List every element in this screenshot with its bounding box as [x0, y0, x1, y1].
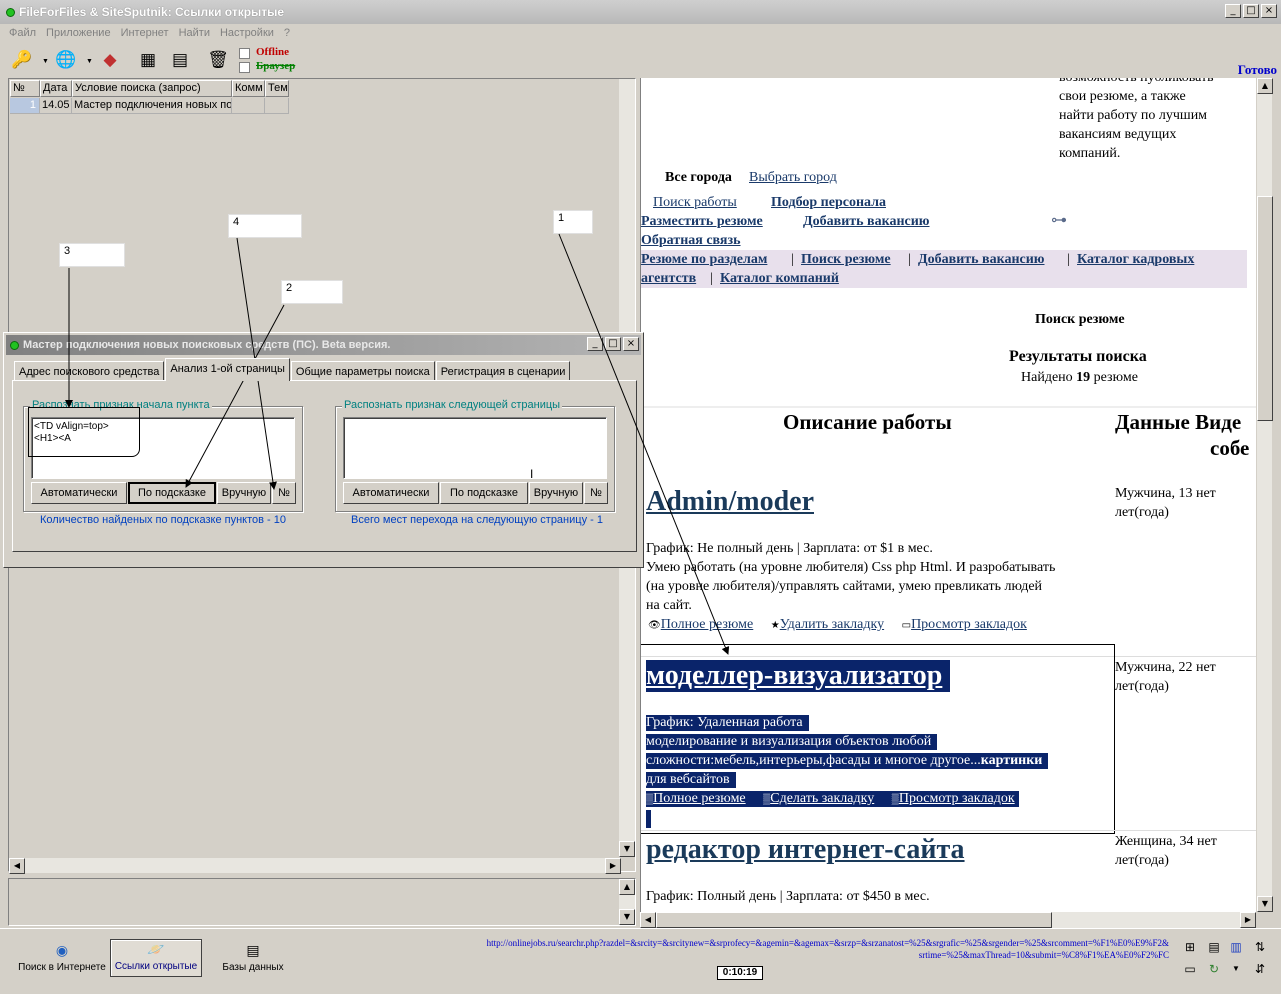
bottom-bar: ◉ Поиск в Интернете 🪐 Ссылки открытые ▤ …	[0, 928, 1281, 994]
nav-databases[interactable]: ▤ Базы данных	[210, 939, 296, 977]
url-line: srtime=%25&maxThread=10&submit=%C8%F1%EA…	[918, 950, 1169, 960]
nav-internet-search[interactable]: ◉ Поиск в Интернете	[16, 939, 108, 977]
nav-label: Базы данных	[222, 962, 284, 973]
planet-icon: 🪐	[147, 941, 165, 957]
nav-label: Поиск в Интернете	[18, 962, 106, 973]
annotation-arrows	[65, 233, 730, 655]
nav-open-links[interactable]: 🪐 Ссылки открытые	[110, 939, 202, 977]
url-line: http://onlinejobs.ru/searchr.php?razdel=…	[486, 938, 1169, 948]
tab-first-page-analysis[interactable]: Анализ 1-ой страницы	[165, 358, 290, 381]
current-url[interactable]: http://onlinejobs.ru/searchr.php?razdel=…	[299, 937, 1169, 961]
collapse-icon[interactable]: ⇵	[1252, 961, 1268, 977]
refresh-icon[interactable]: ↻	[1206, 961, 1222, 977]
database-icon: ▤	[246, 942, 260, 958]
doc-icon[interactable]: ▤	[1206, 939, 1222, 955]
nav-label: Ссылки открытые	[114, 961, 198, 972]
elapsed-timer: 0:10:19	[717, 966, 763, 980]
sort-icon[interactable]: ⇅	[1252, 939, 1268, 955]
tree-icon[interactable]: ⊞	[1182, 939, 1198, 955]
arrow-1	[558, 233, 730, 655]
note-icon[interactable]: ▭	[1182, 961, 1198, 977]
dropdown-arrow-icon[interactable]: ▼	[1228, 961, 1244, 977]
search-globe-icon: ◉	[55, 942, 69, 958]
page-icon[interactable]: ▥	[1228, 939, 1244, 955]
